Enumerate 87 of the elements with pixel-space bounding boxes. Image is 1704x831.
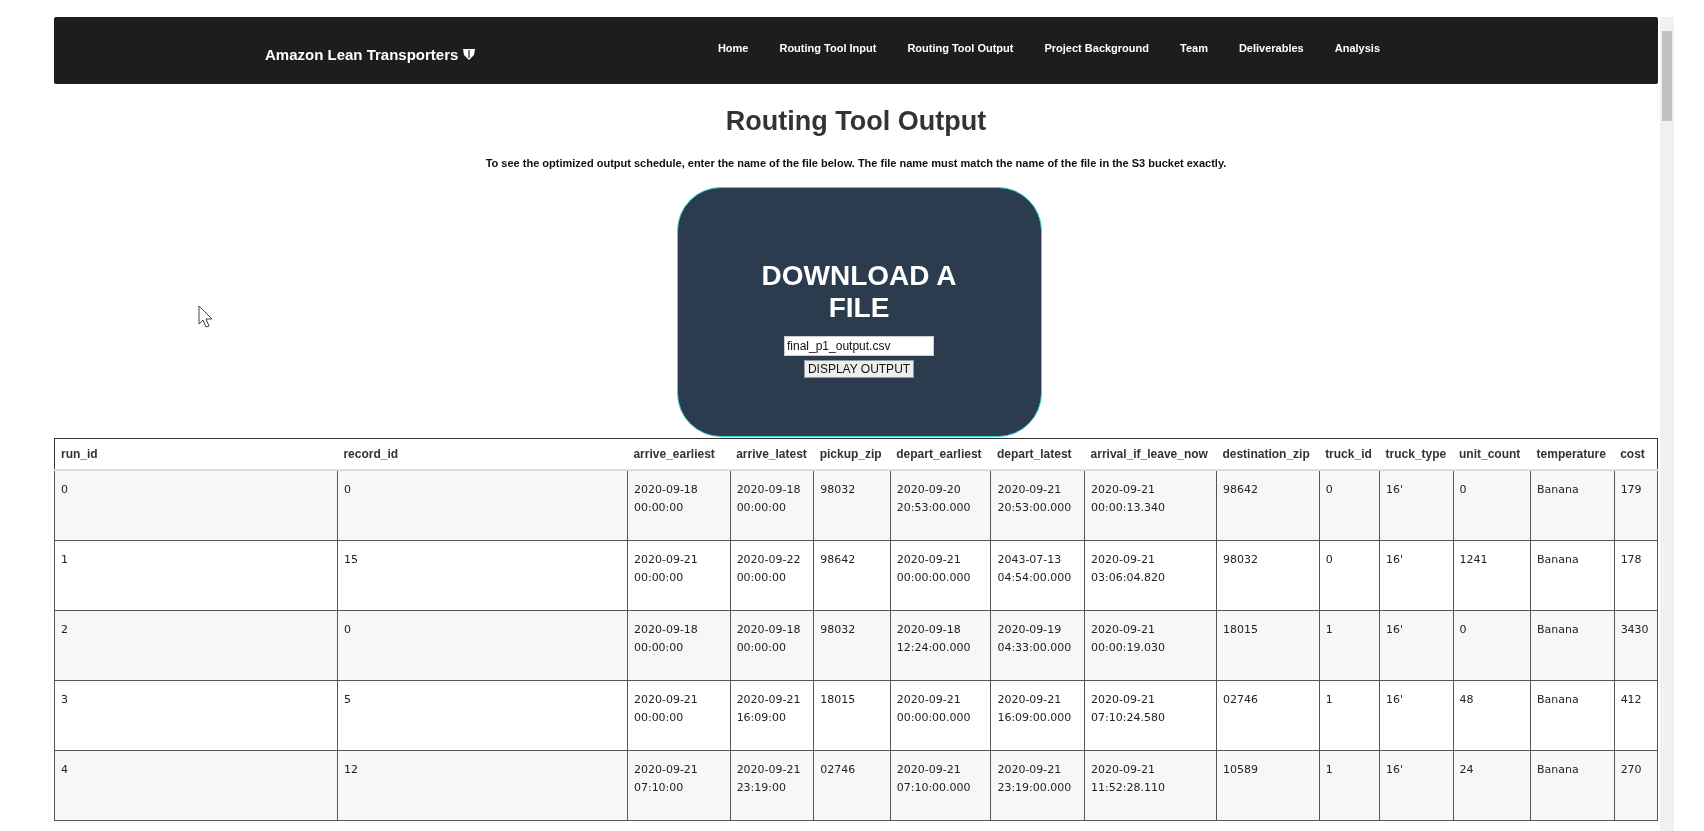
table-cell: 02746	[1216, 680, 1320, 751]
table-cell: 2020-09-21 16:09:00	[730, 680, 814, 751]
mouse-pointer-icon	[198, 305, 214, 329]
table-cell: 0	[1319, 540, 1380, 611]
nav-link[interactable]: Routing Tool Input	[779, 41, 877, 54]
table-cell: 2020-09-20 20:53:00.000	[890, 470, 991, 541]
table-cell: 1	[1319, 750, 1380, 821]
table-cell: 16'	[1379, 470, 1454, 541]
scrollbar-thumb[interactable]	[1662, 31, 1672, 121]
table-cell: 2020-09-21 07:10:24.580	[1084, 680, 1217, 751]
table-cell: 98642	[1216, 470, 1320, 541]
page-title: Routing Tool Output	[724, 106, 988, 137]
table-cell: 2020-09-21 16:09:00.000	[990, 680, 1085, 751]
table-cell: 2020-09-21 03:06:04.820	[1084, 540, 1217, 611]
table-cell: 2020-09-21 07:10:00.000	[890, 750, 991, 821]
table-cell: 2020-09-21 07:10:00	[627, 750, 731, 821]
table-cell: 2020-09-18 00:00:00	[627, 610, 731, 681]
table-cell: 178	[1614, 540, 1658, 611]
table-cell: 4	[54, 750, 338, 821]
table-cell: 5	[337, 680, 628, 751]
table-cell: 16'	[1379, 540, 1454, 611]
table-cell: 1241	[1453, 540, 1531, 611]
table-cell: 98642	[813, 540, 891, 611]
table-cell: 2020-09-18 00:00:00	[627, 470, 731, 541]
table-cell: 2020-09-18 12:24:00.000	[890, 610, 991, 681]
nav-link[interactable]: Routing Tool Output	[907, 41, 1014, 54]
table-cell: 179	[1614, 470, 1658, 541]
table-cell: 1	[1319, 610, 1380, 681]
brand-logo[interactable]: Amazon Lean Transporters	[265, 38, 476, 63]
table-cell: 2020-09-18 00:00:00	[730, 610, 814, 681]
table-cell: 48	[1453, 680, 1531, 751]
file-name-input[interactable]: final_p1_output.csv	[784, 336, 934, 356]
table-cell: 3430	[1614, 610, 1658, 681]
table-cell: 3	[54, 680, 338, 751]
table-cell: 0	[1453, 610, 1531, 681]
table-cell: 12	[337, 750, 628, 821]
table-cell: 2020-09-21 20:53:00.000	[990, 470, 1085, 541]
table-cell: 2020-09-21 00:00:13.340	[1084, 470, 1217, 541]
nav-link[interactable]: Analysis	[1334, 41, 1380, 54]
nav-link[interactable]: Home	[717, 41, 749, 54]
table-cell: 270	[1614, 750, 1658, 821]
table-cell: 2020-09-21 11:52:28.110	[1084, 750, 1217, 821]
scrollbar[interactable]	[1660, 17, 1674, 831]
table-cell: 2020-09-22 00:00:00	[730, 540, 814, 611]
table-cell: 1	[1319, 680, 1380, 751]
table-cell: Banana	[1530, 610, 1615, 681]
table-cell: Banana	[1530, 470, 1615, 541]
table-cell: 2020-09-21 00:00:00	[627, 540, 731, 611]
table-cell: 0	[337, 610, 628, 681]
display-output-button[interactable]: DISPLAY OUTPUT	[803, 360, 915, 378]
table-cell: Banana	[1530, 540, 1615, 611]
brand-name[interactable]: Amazon Lean Transporters	[265, 46, 459, 63]
table-cell: 2020-09-21 00:00:00.000	[890, 680, 991, 751]
table-cell: 18015	[1216, 610, 1320, 681]
table-cell: 16'	[1379, 610, 1454, 681]
table-cell: 18015	[813, 680, 891, 751]
table-cell: 2020-09-19 04:33:00.000	[990, 610, 1085, 681]
table-cell: 0	[54, 470, 338, 541]
table-cell: 2	[54, 610, 338, 681]
card-title: DOWNLOAD A FILE	[760, 260, 958, 324]
table-cell: 2020-09-21 23:19:00	[730, 750, 814, 821]
table-cell: 2020-09-21 00:00:00.000	[890, 540, 991, 611]
table-cell: 98032	[813, 470, 891, 541]
table-cell: 412	[1614, 680, 1658, 751]
instructions-text: To see the optimized output schedule, enter the name of the file below. The file name must match the name of the file in the S3 bucket exactly.	[484, 157, 1228, 169]
table-cell: 2020-09-21 23:19:00.000	[990, 750, 1085, 821]
table-cell: 1	[54, 540, 338, 611]
table-cell: 0	[1453, 470, 1531, 541]
nav-link[interactable]: Deliverables	[1238, 41, 1304, 54]
table-cell: 15	[337, 540, 628, 611]
table-cell: 10589	[1216, 750, 1320, 821]
table-cell: 24	[1453, 750, 1531, 821]
table-cell: 16'	[1379, 750, 1454, 821]
table-cell: 98032	[1216, 540, 1320, 611]
table-cell: 16'	[1379, 680, 1454, 751]
table-cell: 0	[1319, 470, 1380, 541]
table-cell: 2043-07-13 04:54:00.000	[990, 540, 1085, 611]
table-cell: 0	[337, 470, 628, 541]
table-cell: 2020-09-21 00:00:00	[627, 680, 731, 751]
table-cell: 98032	[813, 610, 891, 681]
table-cell: Banana	[1530, 680, 1615, 751]
table-cell: 2020-09-18 00:00:00	[730, 470, 814, 541]
nav-link[interactable]: Team	[1180, 41, 1208, 54]
table-cell: Banana	[1530, 750, 1615, 821]
table-cell: 02746	[813, 750, 891, 821]
table-cell: 2020-09-21 00:00:19.030	[1084, 610, 1217, 681]
nav-link[interactable]: Project Background	[1044, 41, 1149, 54]
